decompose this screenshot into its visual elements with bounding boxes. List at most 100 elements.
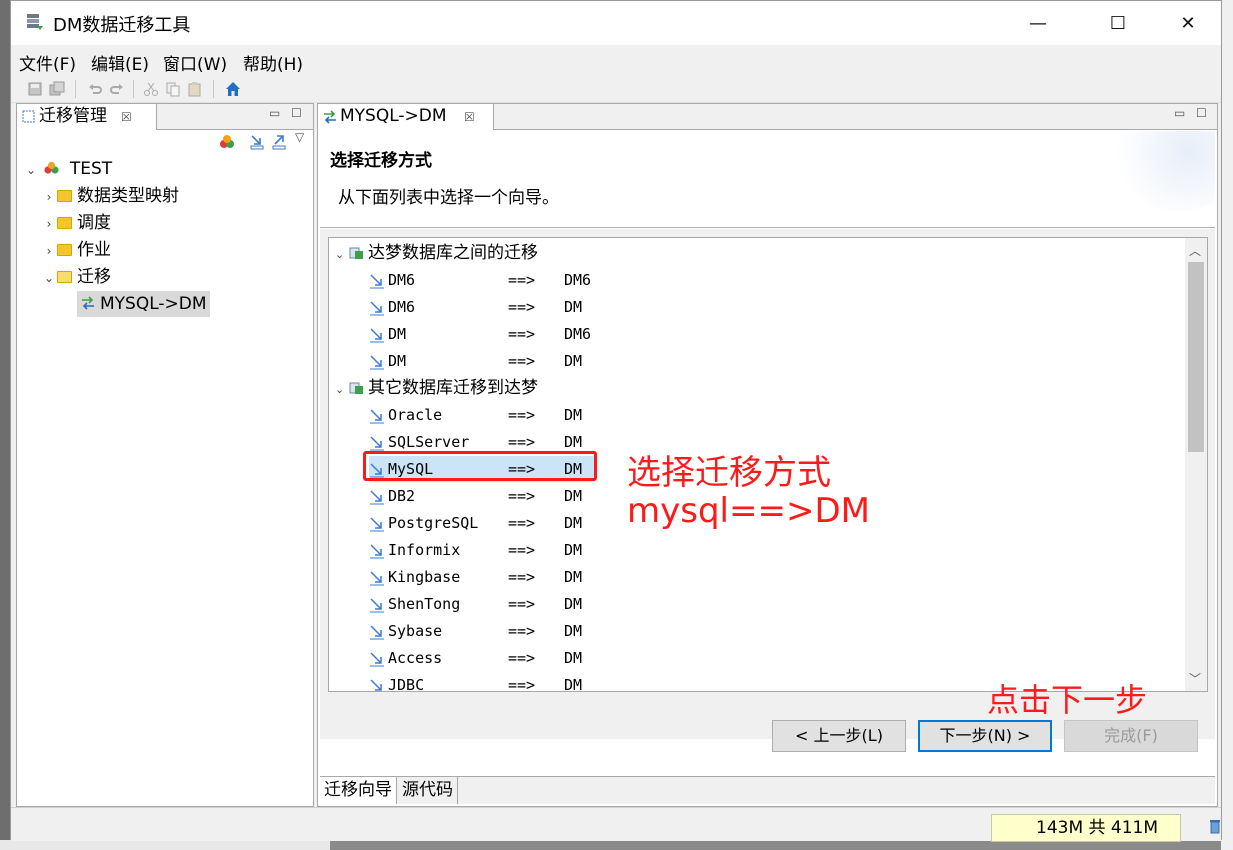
- minimize-icon: —: [1029, 12, 1047, 34]
- connect-db-icon[interactable]: [219, 134, 235, 150]
- next-button[interactable]: 下一步(N) >: [918, 720, 1052, 752]
- paste-icon[interactable]: [187, 81, 203, 97]
- scroll-down-icon[interactable]: ﹀: [1189, 670, 1201, 687]
- title-bar: DM数据迁移工具 — ☐ ✕: [11, 1, 1221, 45]
- migrate-arrow-icon: [370, 517, 384, 532]
- migrate-arrow-icon: [370, 301, 384, 316]
- chevron-right-icon[interactable]: ›: [41, 238, 57, 264]
- trash-icon[interactable]: [1209, 818, 1221, 834]
- heap-status[interactable]: 143M 共 411M: [991, 814, 1181, 842]
- arrow-text: ==>: [508, 460, 536, 478]
- tree-node-jobs[interactable]: › 作业: [41, 237, 111, 263]
- finish-button[interactable]: 完成(F): [1064, 720, 1198, 752]
- tab-mysql-dm[interactable]: MYSQL->DM ☒: [318, 104, 494, 130]
- list-item[interactable]: DM ==> DM: [369, 348, 582, 374]
- list-item[interactable]: Access ==> DM: [369, 645, 582, 671]
- target-db: DM: [564, 406, 583, 424]
- minimize-view-icon[interactable]: ▭: [1174, 106, 1185, 120]
- list-item[interactable]: Sybase ==> DM: [369, 618, 582, 644]
- copy-icon[interactable]: [165, 81, 181, 97]
- connect-db-icon: [44, 161, 60, 174]
- chevron-down-icon[interactable]: ⌄: [335, 377, 349, 403]
- tree-node-migration[interactable]: ⌄ 迁移: [41, 264, 111, 290]
- chevron-down-icon[interactable]: ⌄: [335, 242, 349, 268]
- folder-icon: [57, 244, 72, 256]
- scrollbar-thumb[interactable]: [1188, 262, 1204, 452]
- home-icon[interactable]: [225, 81, 241, 97]
- minimize-view-icon[interactable]: ▭: [269, 106, 280, 120]
- minimize-button[interactable]: —: [1003, 1, 1073, 45]
- close-tab-icon[interactable]: ☒: [121, 105, 132, 129]
- tree-node-schedule[interactable]: › 调度: [41, 210, 111, 236]
- list-item[interactable]: Kingbase ==> DM: [369, 564, 582, 590]
- back-button[interactable]: < 上一步(L): [772, 720, 906, 752]
- source-db: Oracle: [388, 406, 443, 424]
- tab-source-code[interactable]: 源代码: [398, 777, 458, 804]
- tree-node-type-mapping[interactable]: › 数据类型映射: [41, 183, 179, 209]
- save-icon[interactable]: [27, 81, 43, 97]
- list-item-selected[interactable]: MySQL ==> DM: [369, 456, 595, 482]
- group-other-to-dm[interactable]: ⌄ 其它数据库迁移到达梦: [335, 375, 538, 401]
- migrate-arrow-icon: [370, 544, 384, 559]
- target-db: DM: [564, 676, 583, 692]
- list-item[interactable]: DM6 ==> DM: [369, 294, 582, 320]
- wizard-buttons: < 上一步(L) 下一步(N) > 完成(F): [320, 720, 1215, 760]
- list-item[interactable]: DB2 ==> DM: [369, 483, 582, 509]
- chevron-right-icon[interactable]: ›: [41, 184, 57, 210]
- list-item[interactable]: DM ==> DM6: [369, 321, 591, 347]
- source-db: DM6: [388, 271, 416, 289]
- menu-help[interactable]: 帮助(H): [243, 50, 303, 75]
- maximize-button[interactable]: ☐: [1083, 1, 1153, 45]
- list-item[interactable]: SQLServer ==> DM: [369, 429, 582, 455]
- close-icon: ✕: [1180, 12, 1196, 34]
- tree-node-mysql-dm[interactable]: MYSQL->DM: [77, 291, 210, 317]
- tab-migration-manager[interactable]: 迁移管理 ☒: [17, 104, 157, 130]
- close-tab-icon[interactable]: ☒: [464, 105, 475, 129]
- migration-manager-panel: 迁移管理 ☒ ▭ ☐ ▽ ⌄ TEST › 数据类型映射 › 调度 › 作业 ⌄…: [16, 103, 314, 807]
- import-icon[interactable]: [249, 134, 265, 150]
- target-db: DM: [564, 568, 583, 586]
- menu-bar: 文件(F) 编辑(E) 窗口(W) 帮助(H): [11, 45, 1221, 75]
- target-db: DM: [564, 541, 583, 559]
- chevron-right-icon[interactable]: ›: [41, 211, 57, 237]
- list-item[interactable]: Informix ==> DM: [369, 537, 582, 563]
- arrow-text: ==>: [508, 487, 536, 505]
- close-button[interactable]: ✕: [1153, 1, 1223, 45]
- database-group-icon: [349, 382, 363, 394]
- arrow-text: ==>: [508, 271, 536, 289]
- menu-window[interactable]: 窗口(W): [163, 50, 227, 75]
- source-db: Informix: [388, 541, 461, 559]
- tree-node-root[interactable]: ⌄ TEST: [23, 156, 112, 182]
- manager-view-icon: [22, 110, 35, 123]
- menu-file[interactable]: 文件(F): [19, 50, 76, 75]
- redo-icon[interactable]: [109, 81, 125, 97]
- maximize-view-icon[interactable]: ☐: [291, 106, 302, 120]
- source-db: DB2: [388, 487, 416, 505]
- group-dm-to-dm[interactable]: ⌄ 达梦数据库之间的迁移: [335, 240, 538, 266]
- database-migration-icon: [27, 14, 43, 30]
- save-all-icon[interactable]: [49, 81, 65, 97]
- undo-icon[interactable]: [87, 81, 103, 97]
- chevron-down-icon[interactable]: ⌄: [23, 157, 39, 183]
- list-item[interactable]: ShenTong ==> DM: [369, 591, 582, 617]
- menu-edit[interactable]: 编辑(E): [91, 50, 149, 75]
- tab-migration-wizard[interactable]: 迁移向导: [320, 777, 397, 804]
- database-group-icon: [349, 247, 363, 259]
- tree-node-label: MYSQL->DM: [100, 294, 207, 314]
- chevron-down-icon[interactable]: ⌄: [41, 265, 57, 291]
- list-item[interactable]: JDBC ==> DM: [369, 672, 583, 692]
- window-title: DM数据迁移工具: [53, 15, 191, 36]
- list-item[interactable]: PostgreSQL ==> DM: [369, 510, 582, 536]
- tree-node-label: 作业: [77, 240, 111, 260]
- scroll-up-icon[interactable]: ︿: [1189, 242, 1201, 259]
- cut-icon[interactable]: [143, 81, 159, 97]
- list-item[interactable]: DM6 ==> DM6: [369, 267, 591, 293]
- wizard-description: 从下面列表中选择一个向导。: [338, 188, 559, 208]
- view-menu-chevron-icon[interactable]: ▽: [295, 130, 304, 144]
- arrow-text: ==>: [508, 298, 536, 316]
- export-icon[interactable]: [271, 134, 287, 150]
- list-item[interactable]: Oracle ==> DM: [369, 402, 582, 428]
- migrate-arrow-icon: [370, 490, 384, 505]
- maximize-view-icon[interactable]: ☐: [1196, 106, 1207, 120]
- list-scrollbar[interactable]: ︿ ﹀: [1185, 238, 1207, 691]
